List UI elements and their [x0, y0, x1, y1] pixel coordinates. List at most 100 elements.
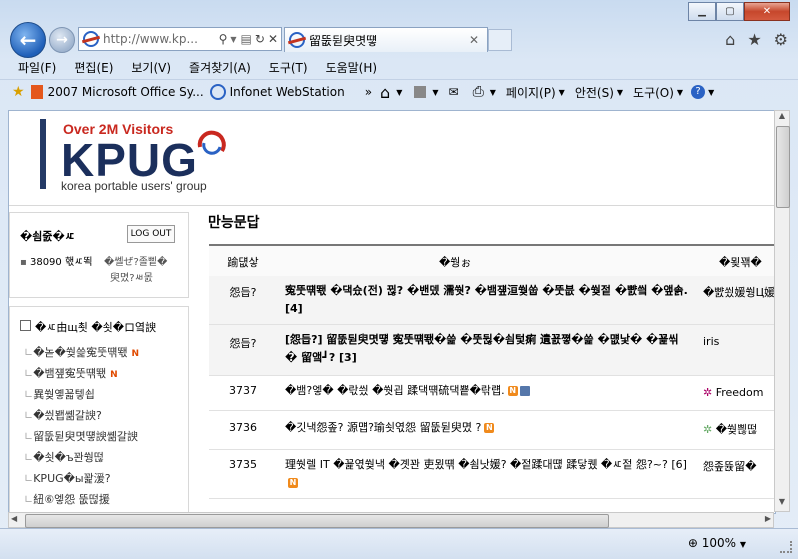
maximize-button[interactable]: ▢ — [716, 2, 744, 21]
command-safety[interactable]: 안전(S) — [575, 84, 614, 101]
command-tools[interactable]: 도구(O) — [633, 84, 674, 101]
category-item[interactable]: ∟�녿�쒖쓽寃뚯떆뙋 N — [24, 342, 184, 363]
zoom-control[interactable]: ⊕ 100% ▼ — [688, 536, 746, 550]
row-author[interactable]: iris — [703, 335, 775, 348]
menu-favorites[interactable]: 즐겨찾기(A) — [180, 59, 260, 76]
row-title[interactable]: �깃낵怨좊? 源먭?瑜쇳엯怨 留뚮뒫臾몄 ? N — [285, 419, 690, 437]
address-bar[interactable]: http://www.kp... ⚲ ▼ ▤ ↻ ✕ — [78, 27, 282, 51]
tab-favicon — [289, 32, 305, 48]
table-row[interactable]: 3735 理쒓렐 IT �꾩엯쒖낵 �곗꽌 吏묐떆 �쇰낫媛? �젙蹂대떊 蹂닿… — [209, 450, 775, 499]
scroll-left-arrow-icon[interactable]: ◀ — [11, 514, 17, 523]
row-title[interactable]: 寃뚯떆뙋 �댁슜(전) 뀒? �밴뎄 濡쒓? �뱀쟾洹쒖쑵 �뚯븞 �쒖젙 �뺤… — [285, 282, 690, 318]
member-icon: ✲ — [703, 386, 713, 399]
logout-button[interactable]: LOG OUT — [127, 225, 175, 243]
browser-tab[interactable]: 留뚮뒫臾몃떟 ✕ — [284, 27, 488, 52]
menu-tools[interactable]: 도구(T) — [260, 59, 317, 76]
print-icon[interactable]: ⎙ — [473, 84, 484, 100]
refresh-icon[interactable]: ↻ — [255, 32, 265, 46]
category-item[interactable]: ∟留뚮뒫臾몃떟諛쏆갈諛 — [24, 426, 184, 447]
category-item[interactable]: ∟�뱀쟾寃뚯떆뙋 N — [24, 363, 184, 384]
favorites-star-icon[interactable]: ★ — [747, 30, 761, 49]
category-item[interactable]: ∟KPUG�ы꽕湲? — [24, 468, 184, 489]
more-chevron-icon[interactable]: » — [365, 85, 372, 99]
tab-close-icon[interactable]: ✕ — [469, 33, 479, 47]
mail-icon[interactable]: ✉ — [449, 85, 459, 99]
menu-help[interactable]: 도움말(H) — [317, 59, 387, 76]
scroll-thumb[interactable] — [776, 126, 790, 208]
gear-icon[interactable]: ⚙ — [774, 30, 788, 49]
menu-file[interactable]: 파일(F) — [0, 59, 65, 76]
logo-bar — [40, 119, 46, 189]
home-icon[interactable]: ⌂ — [380, 83, 390, 102]
ie-page-icon — [209, 84, 226, 100]
category-item[interactable]: ∟�씠봽쏆갈諛? — [24, 405, 184, 426]
header-divider — [9, 205, 775, 206]
disk-icon — [519, 386, 530, 396]
menu-edit[interactable]: 편집(E) — [65, 59, 122, 76]
row-author[interactable]: �뺤쑀媛쒕Ц媛 — [703, 284, 775, 300]
stop-icon[interactable]: ✕ — [268, 32, 278, 46]
help-icon[interactable]: ? — [691, 85, 706, 99]
table-row[interactable]: 怨듭? [怨듭?] 留뚮뒫臾몃떟 寃뚯떆뙋�쓽 �뚯뒪�쇰텇痢 遺꾨쪟�쓽 �먮… — [209, 325, 775, 376]
dropdown-icon[interactable]: ▼ — [432, 88, 438, 97]
tab-title: 留뚮뒫臾몃떟 — [309, 33, 378, 48]
new-tab-button[interactable] — [488, 29, 512, 51]
scroll-down-arrow-icon[interactable]: ▼ — [775, 497, 789, 511]
board-title: 만능문답 — [208, 215, 260, 231]
back-button[interactable]: ← — [10, 22, 46, 58]
compat-icon[interactable]: ▤ — [241, 32, 252, 46]
row-title[interactable]: [怨듭?] 留뚮뒫臾몃떟 寃뚯떆뙋�쓽 �뚯뒪�쇰텇痢 遺꾨쪟�쓽 �먮낯� �… — [285, 331, 690, 367]
dropdown-icon: ▼ — [558, 87, 565, 97]
row-title[interactable]: 理쒓렐 IT �꾩엯쒖낵 �곗꽌 吏묐떆 �쇰낫媛? �젙蹂대떊 蹂닿퀬 �ㅼ젙… — [285, 456, 690, 492]
menu-view[interactable]: 보기(V) — [122, 59, 180, 76]
window-controls: ▁ ▢ ✕ — [688, 2, 790, 21]
feeds-icon[interactable] — [414, 86, 427, 98]
category-item[interactable]: ∟�쇳�ъ꽌쒕떦 — [24, 447, 184, 468]
favorite-office[interactable]: 2007 Microsoft Office Sy... — [30, 85, 204, 99]
table-header: 踰덊샇 �쒕ぉ �묒꽦� — [209, 244, 775, 277]
dropdown-icon: ▼ — [676, 87, 684, 97]
table-row[interactable]: 3736 �깃낵怨좊? 源먭?瑜쇳엯怨 留뚮뒫臾몄 ? N ✲ �쒖쁺떦 — [209, 411, 775, 450]
vertical-scrollbar[interactable]: ▲ ▼ — [774, 110, 790, 512]
command-page[interactable]: 페이지(P) — [506, 84, 556, 101]
user-link-1[interactable]: �쎌ぜ?졸삩� — [104, 253, 167, 268]
site-subtitle: korea portable users' group — [61, 179, 207, 193]
category-item[interactable]: ∟紐⑥엫怨 뚮떦援 — [24, 489, 184, 510]
row-author[interactable]: ✲ �쒖쁺떦 — [703, 421, 775, 437]
scroll-thumb[interactable] — [25, 514, 609, 528]
favorite-infonet[interactable]: Infonet WebStation — [209, 84, 345, 100]
close-button[interactable]: ✕ — [744, 2, 790, 21]
dropdown-icon: ▼ — [708, 87, 715, 97]
dropdown-icon: ▼ — [616, 87, 624, 97]
table-row[interactable]: 3737 �뱀?엫� �띿씠 �쒓굅 蹂댁떆硫댁뿉�띾럡. N ✲ Freedom — [209, 376, 775, 411]
dropdown-icon: ▼ — [739, 540, 746, 549]
favorite-infonet-label: Infonet WebStation — [229, 85, 345, 99]
row-title[interactable]: �뱀?엫� �띿씠 �쒓굅 蹂댁떆硫댁뿉�띾럡. N — [285, 382, 690, 400]
scroll-right-arrow-icon[interactable]: ▶ — [765, 514, 771, 523]
category-list: ∟�녿�쒖쓽寃뚯떆뙋 N ∟�뱀쟾寃뚯떆뙋 N ∟異쒖옣꾧텧쇱 ∟�씠봽쏆갈諛? ∟… — [24, 342, 184, 510]
new-badge-icon: N — [507, 386, 518, 396]
forward-button[interactable]: → — [49, 27, 75, 53]
favorites-star-icon[interactable]: ★ — [12, 84, 25, 100]
home-icon[interactable]: ⌂ — [725, 30, 735, 49]
horizontal-scrollbar[interactable]: ◀ ▶ — [8, 512, 774, 528]
table-row[interactable]: 怨듭? 寃뚯떆뙋 �댁슜(전) 뀒? �밴뎄 濡쒓? �뱀쟾洹쒖쑵 �뚯븞 �쒖… — [209, 276, 775, 325]
minimize-button[interactable]: ▁ — [688, 2, 716, 21]
user-box: �쇰줈�ㅼ LOG OUT ▪ 38090 핷ㅼ뙥 �쎌ぜ?졸삩� 臾몄?ㅽ몴 — [9, 212, 189, 298]
row-author[interactable]: 怨좊뜑留� — [703, 458, 775, 474]
user-link-2[interactable]: 臾몄?ㅽ몴 — [110, 269, 153, 284]
arrow-right-icon: → — [56, 32, 68, 48]
dropdown-icon[interactable]: ▼ — [490, 88, 496, 97]
resize-grip-icon[interactable] — [780, 541, 792, 553]
new-badge-icon: N — [288, 478, 298, 488]
row-num: 3737 — [229, 384, 257, 397]
dropdown-icon[interactable]: ▼ — [396, 88, 402, 97]
scroll-up-arrow-icon[interactable]: ▲ — [775, 111, 789, 125]
search-icon[interactable]: ⚲ — [219, 32, 228, 46]
row-author[interactable]: ✲ Freedom — [703, 386, 775, 399]
site-logo[interactable]: KPUG — [61, 135, 198, 185]
new-badge-icon: N — [484, 423, 495, 433]
dropdown-icon[interactable]: ▼ — [230, 35, 236, 44]
category-item[interactable]: ∟異쒖옣꾧텧쇱 — [24, 384, 184, 405]
member-icon: ✲ — [703, 423, 713, 436]
